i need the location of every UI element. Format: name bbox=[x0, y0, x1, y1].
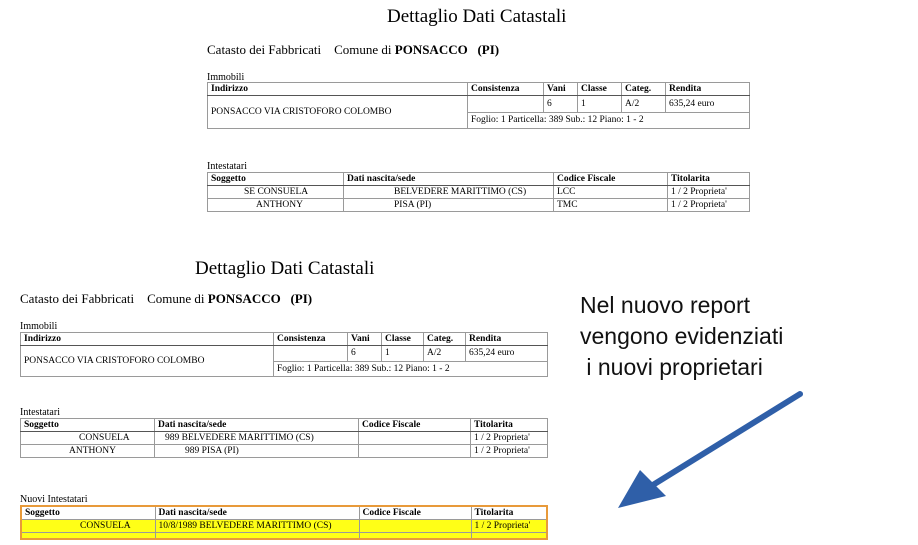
col-header: Vani bbox=[543, 82, 578, 96]
col-header: Titolarita bbox=[470, 418, 548, 432]
bottom-catasto-line: Catasto dei Fabbricati Comune di PONSACC… bbox=[20, 291, 312, 307]
top-immobili-table: Indirizzo Consistenza Vani Classe Categ.… bbox=[207, 82, 750, 129]
soggetto-cell: ANTHONY bbox=[20, 444, 155, 458]
col-header: Soggetto bbox=[20, 505, 156, 520]
titolarita-cell: 1 / 2 Proprieta' bbox=[470, 444, 548, 458]
top-intestatari-table: Soggetto Dati nascita/sede Codice Fiscal… bbox=[207, 172, 750, 212]
codice-fiscale-cell bbox=[358, 444, 471, 458]
col-header: Rendita bbox=[465, 332, 548, 346]
table-row: SE CONSUELA BELVEDERE MARITTIMO (CS) LCC… bbox=[207, 185, 750, 199]
col-header: Consistenza bbox=[273, 332, 348, 346]
bottom-intestatari-table: Soggetto Dati nascita/sede Codice Fiscal… bbox=[20, 418, 548, 458]
col-header: Titolarita bbox=[470, 505, 548, 520]
top-comune-name: PONSACCO bbox=[394, 42, 468, 57]
titolarita-cell: 1 / 2 Proprieta' bbox=[667, 198, 750, 212]
table-row: PONSACCO VIA CRISTOFORO COLOMBO 6 1 A/2 … bbox=[20, 345, 548, 377]
soggetto-cell: SE CONSUELA bbox=[207, 185, 344, 199]
codice-fiscale-cell: LCC bbox=[553, 185, 668, 199]
vani-cell: 6 bbox=[543, 95, 578, 113]
table-header-row: Indirizzo Consistenza Vani Classe Categ.… bbox=[20, 332, 548, 346]
bottom-immobili-label: Immobili bbox=[20, 321, 58, 332]
col-header: Categ. bbox=[621, 82, 666, 96]
top-provincia: (PI) bbox=[477, 42, 500, 57]
consistenza-cell bbox=[273, 345, 348, 362]
nascita-cell: BELVEDERE MARITTIMO (CS) bbox=[343, 185, 554, 199]
col-header: Soggetto bbox=[20, 418, 155, 432]
col-header: Consistenza bbox=[467, 82, 544, 96]
bottom-report-title: Dettaglio Dati Catastali bbox=[195, 258, 375, 279]
top-comune-label: Comune di bbox=[334, 42, 392, 57]
nascita-cell: 989 PISA (PI) bbox=[154, 444, 359, 458]
foglio-cell: Foglio: 1 Particella: 389 Sub.: 12 Piano… bbox=[273, 360, 548, 377]
table-row: ANTHONY 989 PISA (PI) 1 / 2 Proprieta' bbox=[20, 444, 548, 458]
soggetto-cell: CONSUELA bbox=[20, 519, 156, 533]
table-row: PONSACCO VIA CRISTOFORO COLOMBO 6 1 A/2 … bbox=[207, 95, 750, 129]
col-header: Dati nascita/sede bbox=[154, 418, 359, 432]
nuovi-intestatari-label: Nuovi Intestatari bbox=[20, 494, 88, 505]
soggetto-cell: ANTHONY bbox=[207, 198, 344, 212]
bottom-comune-label: Comune di bbox=[147, 291, 205, 306]
bottom-catasto-label: Catasto dei Fabbricati bbox=[20, 291, 135, 306]
arrow-icon bbox=[618, 391, 803, 508]
codice-fiscale-cell bbox=[358, 519, 472, 533]
table-header-row: Soggetto Dati nascita/sede Codice Fiscal… bbox=[207, 172, 750, 186]
top-catasto-label: Catasto dei Fabbricati bbox=[207, 42, 322, 57]
bottom-comune-name: PONSACCO bbox=[207, 291, 281, 306]
col-header: Vani bbox=[347, 332, 382, 346]
classe-cell: 1 bbox=[381, 345, 424, 362]
codice-fiscale-cell: TMC bbox=[553, 198, 668, 212]
nascita-cell: PISA (PI) bbox=[343, 198, 554, 212]
col-header: Classe bbox=[381, 332, 424, 346]
table-row: CONSUELA 989 BELVEDERE MARITTIMO (CS) 1 … bbox=[20, 431, 548, 445]
col-header: Categ. bbox=[423, 332, 466, 346]
top-intestatari-label: Intestatari bbox=[207, 161, 247, 172]
soggetto-cell: CONSUELA bbox=[20, 431, 155, 445]
col-header: Codice Fiscale bbox=[553, 172, 668, 186]
top-report-title: Dettaglio Dati Catastali bbox=[387, 6, 567, 27]
table-header-row: Soggetto Dati nascita/sede Codice Fiscal… bbox=[20, 418, 548, 432]
highlighted-row-partial bbox=[20, 532, 548, 539]
col-header: Soggetto bbox=[207, 172, 344, 186]
rendita-cell: 635,24 euro bbox=[465, 345, 548, 362]
bottom-provincia: (PI) bbox=[290, 291, 313, 306]
col-header: Dati nascita/sede bbox=[154, 505, 360, 520]
vani-cell: 6 bbox=[347, 345, 382, 362]
categ-cell: A/2 bbox=[423, 345, 466, 362]
rendita-cell: 635,24 euro bbox=[665, 95, 750, 113]
titolarita-cell: 1 / 2 Proprieta' bbox=[470, 519, 548, 533]
annotation-text: Nel nuovo report vengono evidenziati i n… bbox=[580, 292, 784, 380]
nascita-cell: 989 BELVEDERE MARITTIMO (CS) bbox=[154, 431, 359, 445]
codice-fiscale-cell bbox=[358, 431, 471, 445]
col-header: Indirizzo bbox=[207, 82, 468, 96]
top-catasto-line: Catasto dei Fabbricati Comune di PONSACC… bbox=[207, 42, 499, 58]
titolarita-cell: 1 / 2 Proprieta' bbox=[470, 431, 548, 445]
indirizzo-cell: PONSACCO VIA CRISTOFORO COLOMBO bbox=[20, 345, 274, 377]
col-header: Codice Fiscale bbox=[358, 505, 472, 520]
col-header: Codice Fiscale bbox=[358, 418, 471, 432]
categ-cell: A/2 bbox=[621, 95, 666, 113]
indirizzo-cell: PONSACCO VIA CRISTOFORO COLOMBO bbox=[207, 95, 468, 129]
table-header-row: Soggetto Dati nascita/sede Codice Fiscal… bbox=[20, 505, 548, 520]
col-header: Rendita bbox=[665, 82, 750, 96]
table-header-row: Indirizzo Consistenza Vani Classe Categ.… bbox=[207, 82, 750, 96]
titolarita-cell: 1 / 2 Proprieta' bbox=[667, 185, 750, 199]
nascita-cell: 10/8/1989 BELVEDERE MARITTIMO (CS) bbox=[154, 519, 360, 533]
table-row: ANTHONY PISA (PI) TMC 1 / 2 Proprieta' bbox=[207, 198, 750, 212]
col-header: Dati nascita/sede bbox=[343, 172, 554, 186]
bottom-intestatari-label: Intestatari bbox=[20, 407, 60, 418]
classe-cell: 1 bbox=[577, 95, 622, 113]
col-header: Indirizzo bbox=[20, 332, 274, 346]
foglio-cell: Foglio: 1 Particella: 389 Sub.: 12 Piano… bbox=[467, 111, 750, 129]
bottom-immobili-table: Indirizzo Consistenza Vani Classe Categ.… bbox=[20, 332, 548, 377]
col-header: Titolarita bbox=[667, 172, 750, 186]
consistenza-cell bbox=[467, 95, 544, 113]
highlighted-row: CONSUELA 10/8/1989 BELVEDERE MARITTIMO (… bbox=[20, 519, 548, 533]
col-header: Classe bbox=[577, 82, 622, 96]
nuovi-intestatari-table: Soggetto Dati nascita/sede Codice Fiscal… bbox=[20, 505, 548, 540]
